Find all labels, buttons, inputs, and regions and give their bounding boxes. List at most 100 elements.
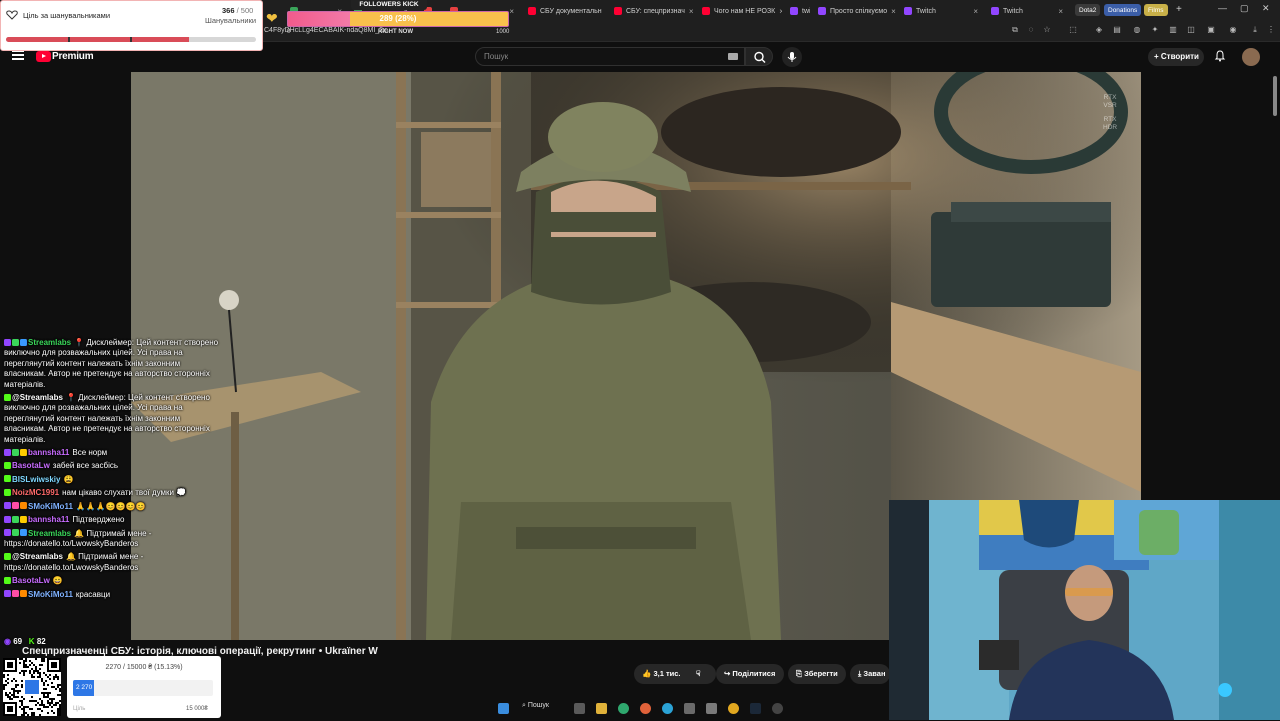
- voice-search-button[interactable]: [782, 47, 802, 67]
- heart-icon: ❤: [266, 10, 278, 26]
- search-button[interactable]: [745, 47, 773, 66]
- bookmark-pill[interactable]: Dota2: [1075, 4, 1101, 16]
- browser-tab[interactable]: СБУ документальн×: [524, 3, 606, 19]
- chat-username[interactable]: Streamlabs: [28, 529, 71, 538]
- kick-viewers: 82: [36, 637, 46, 646]
- taskbar-search[interactable]: ⌕ Пошук: [522, 702, 549, 710]
- menu-dots-icon[interactable]: ⋮: [1266, 25, 1276, 35]
- browser-tab[interactable]: Twitch ×: [987, 3, 1067, 19]
- chat-badge-icon: [4, 515, 11, 523]
- extension-icon-5[interactable]: ✦: [1150, 25, 1160, 35]
- scrollbar[interactable]: [1272, 72, 1278, 492]
- donation-label: Ціль: [73, 706, 86, 712]
- bookmark-pill[interactable]: Films: [1144, 4, 1168, 16]
- extension-icon-8[interactable]: ▣: [1206, 25, 1216, 35]
- user-avatar[interactable]: [1242, 48, 1260, 66]
- scrollbar-thumb[interactable]: [1273, 76, 1277, 116]
- close-tab-icon[interactable]: ×: [1054, 7, 1063, 16]
- youtube-logo-icon[interactable]: [36, 51, 51, 62]
- extension-icon[interactable]: ⬚: [1068, 25, 1078, 35]
- extension-icon-4[interactable]: ◍: [1132, 25, 1142, 35]
- download-label: Заван: [863, 669, 886, 678]
- download-button[interactable]: ⤓ Заван: [850, 664, 890, 684]
- chat-username[interactable]: bannsha11: [28, 515, 69, 524]
- chat-text: красавци: [75, 589, 111, 599]
- chat-username[interactable]: BISLwiwskiy: [12, 475, 60, 484]
- donation-max: 15 000₴: [186, 706, 208, 712]
- telegram-icon[interactable]: [662, 703, 673, 714]
- chat-username[interactable]: @Streamlabs: [12, 552, 63, 561]
- file-explorer-icon[interactable]: [596, 703, 607, 714]
- chat-username[interactable]: SMoKiMo11: [28, 502, 73, 511]
- app-icon[interactable]: [684, 703, 695, 714]
- chat-badge-icon: [12, 529, 19, 536]
- extension-icon-2[interactable]: ◈: [1094, 25, 1104, 35]
- task-view-icon[interactable]: [574, 703, 585, 714]
- install-icon[interactable]: ⧉: [1010, 25, 1020, 35]
- youtube-brand[interactable]: Premium: [52, 51, 94, 62]
- save-button[interactable]: ⎘ Зберегти: [788, 664, 846, 684]
- chat-username[interactable]: Streamlabs: [28, 338, 71, 347]
- tab-favicon-icon: [614, 7, 622, 15]
- close-tab-icon[interactable]: ×: [685, 7, 694, 16]
- chat-username[interactable]: bannsha11: [28, 448, 69, 457]
- close-tab-icon[interactable]: ×: [602, 7, 607, 16]
- donation-qr-code: [3, 658, 61, 716]
- chat-message: Streamlabs 📍 Дисклеймер: Цей контент ство…: [4, 338, 224, 390]
- browser-tab[interactable]: Чого нам НЕ РОЗК ×: [698, 3, 782, 19]
- tab-favicon-icon: [790, 7, 798, 15]
- search-input[interactable]: Пошук: [475, 47, 745, 66]
- browser-tab[interactable]: СБУ: спецпризнач ×: [610, 3, 694, 19]
- close-tab-icon[interactable]: ×: [887, 7, 896, 16]
- goal-progress-fill: [6, 37, 189, 42]
- profile-icon[interactable]: ◉: [1228, 25, 1238, 35]
- dislike-button[interactable]: ☟: [688, 664, 712, 684]
- menu-icon[interactable]: [12, 50, 24, 60]
- chat-username[interactable]: BasotaLw: [12, 461, 50, 470]
- heart-icon: [6, 10, 18, 20]
- close-tab-icon[interactable]: ×: [775, 7, 782, 16]
- eye-off-icon[interactable]: ◌: [1026, 25, 1036, 35]
- tab-favicon-icon: [904, 7, 912, 15]
- share-button[interactable]: ↪ Поділитися: [716, 664, 784, 684]
- chat-message: BISLwiwskiy 😩: [4, 475, 224, 485]
- browser-tab[interactable]: Просто спілкуємо ×: [814, 3, 896, 19]
- windows-start-icon[interactable]: [498, 703, 509, 714]
- chat-username[interactable]: BasotaLw: [12, 576, 50, 585]
- close-tab-icon[interactable]: ×: [969, 7, 978, 16]
- chat-badge-icon: [4, 576, 11, 584]
- app-icon-2[interactable]: [706, 703, 717, 714]
- chat-message: SMoKiMo11 красавци: [4, 590, 224, 600]
- twitch-viewers-icon: ◉: [4, 637, 11, 646]
- downloads-icon[interactable]: ⤓: [1250, 25, 1260, 35]
- edge-icon[interactable]: [618, 703, 629, 714]
- chat-username[interactable]: NoizMC1991: [12, 488, 59, 497]
- new-tab-button[interactable]: +: [1176, 4, 1182, 15]
- chat-badge-icon: [4, 461, 11, 469]
- notifications-bell-icon[interactable]: [1214, 50, 1226, 62]
- extension-icon-6[interactable]: ▥: [1168, 25, 1178, 35]
- chrome-icon[interactable]: [728, 703, 739, 714]
- firefox-icon[interactable]: [640, 703, 651, 714]
- obs-icon[interactable]: [772, 703, 783, 714]
- star-icon[interactable]: ☆: [1042, 25, 1052, 35]
- chat-text: забей все засбісь: [52, 461, 119, 471]
- chat-username[interactable]: @Streamlabs: [12, 393, 63, 402]
- extension-icon-7[interactable]: ◫: [1186, 25, 1196, 35]
- bookmark-pill[interactable]: Donations: [1104, 4, 1142, 16]
- extension-icon-3[interactable]: ▤: [1112, 25, 1122, 35]
- keyboard-icon[interactable]: [728, 53, 738, 60]
- browser-tab[interactable]: Twitch ×: [900, 3, 982, 19]
- twitch-viewers: 69: [13, 637, 23, 646]
- steam-icon[interactable]: [750, 703, 761, 714]
- close-window-icon[interactable]: ✕: [1262, 3, 1270, 14]
- tab-label: Twitch: [916, 7, 936, 15]
- donation-goal-text: 2270 / 15000 ₴ (15.13%): [105, 664, 183, 671]
- minimize-icon[interactable]: —: [1218, 3, 1227, 13]
- create-button[interactable]: + Створити: [1148, 48, 1204, 66]
- browser-tab[interactable]: twitch: [786, 3, 810, 19]
- tab-label: Чого нам НЕ РОЗК: [714, 7, 776, 15]
- maximize-icon[interactable]: ▢: [1240, 3, 1249, 14]
- url-text[interactable]: C4F8yDHcLLg4ECABAIK-ndaQ8MI_2x: [264, 27, 387, 34]
- chat-username[interactable]: SMoKiMo11: [28, 590, 73, 599]
